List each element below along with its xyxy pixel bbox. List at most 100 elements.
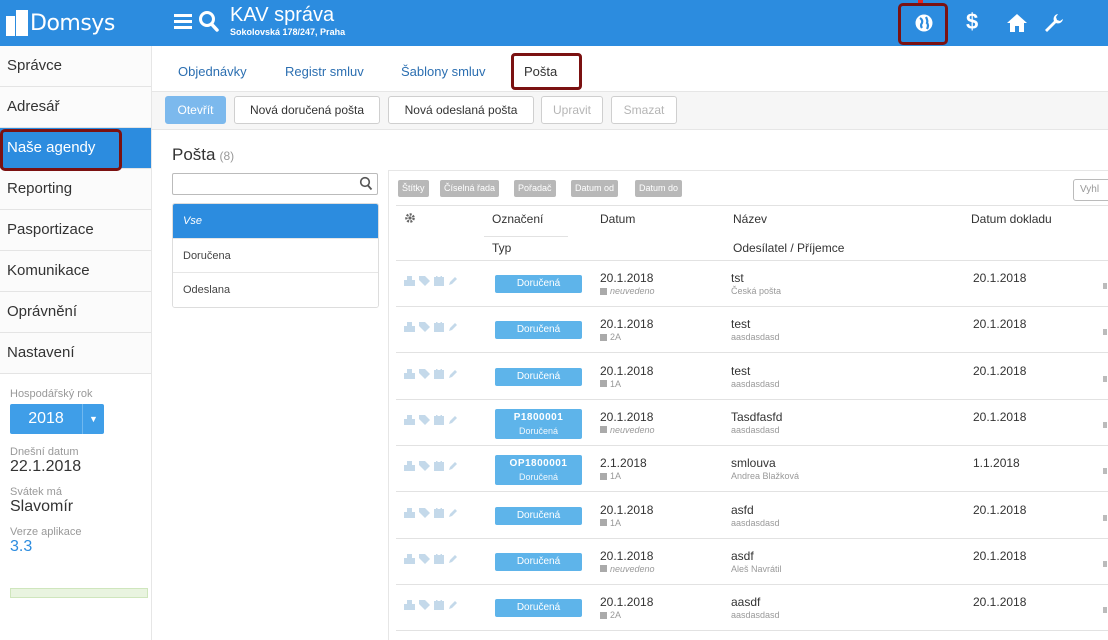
table-row[interactable]: Doručená 20.1.2018 neuvedeno tst Česká pošta… — [396, 261, 1108, 307]
chevron-down-icon[interactable]: ▼ — [82, 404, 104, 434]
search-icon[interactable] — [359, 176, 373, 192]
pencil-icon[interactable] — [448, 321, 458, 335]
table-row[interactable]: Doručená 20.1.2018 1A test aasdasdasd 20.1.20… — [396, 354, 1108, 400]
tag-icon[interactable] — [419, 275, 430, 289]
chip-ciselna-rada[interactable]: Číselná řada — [440, 180, 500, 197]
pencil-icon[interactable] — [448, 368, 458, 382]
fiscal-year-value[interactable]: 2018 — [10, 404, 82, 434]
mail-party: Andrea Blažková — [731, 471, 800, 482]
chip-datum-od[interactable]: Datum od — [571, 180, 619, 197]
new-received-mail-button[interactable]: Nová doručená pošta — [234, 96, 380, 124]
calendar-icon[interactable] — [434, 321, 444, 335]
building-icon[interactable] — [404, 553, 415, 567]
mail-folder-label: neuvedeno — [610, 286, 655, 296]
tag-icon[interactable] — [419, 368, 430, 382]
building-icon[interactable] — [404, 275, 415, 289]
table-row[interactable]: Doručená 20.1.2018 2A aasdf aasdasdasd 20.1.2… — [396, 585, 1108, 632]
mail-folder: 1A — [600, 379, 621, 389]
search-icon[interactable] — [198, 10, 220, 34]
gear-icon[interactable] — [404, 212, 416, 224]
mail-folder-label: 2A — [610, 610, 622, 621]
filter-sent[interactable]: Odeslana — [173, 273, 378, 307]
header-typ[interactable]: Typ — [492, 241, 511, 255]
mail-date: 2.1.2018 — [600, 456, 647, 471]
table-row[interactable]: Doručená 20.1.2018 neuvedeno asdf Aleš Navrá… — [396, 539, 1108, 585]
calendar-icon[interactable] — [434, 507, 444, 521]
building-icon[interactable] — [404, 507, 415, 521]
header-oznaceni[interactable]: Označení — [492, 212, 543, 226]
header-datum[interactable]: Datum — [600, 212, 635, 226]
grid-search-input[interactable]: Vyhl — [1073, 179, 1108, 201]
tag-icon[interactable] — [419, 599, 430, 613]
header-odesilatel[interactable]: Odesílatel / Příjemce — [733, 241, 844, 255]
tab-sablony-smluv[interactable]: Šablony smluv — [401, 64, 486, 79]
filter-search-input[interactable] — [172, 173, 378, 195]
table-row[interactable]: Doručená 20.1.2018 2A test aasdasdasd 20.1.20… — [396, 307, 1108, 354]
building-icon[interactable] — [404, 368, 415, 382]
mail-name: smlouva — [731, 456, 776, 471]
new-sent-mail-button[interactable]: Nová odeslaná pošta — [388, 96, 534, 124]
dollar-icon[interactable]: $ — [966, 9, 978, 35]
mail-name: Tasdfasfd — [731, 409, 783, 424]
tag-icon[interactable] — [419, 460, 430, 474]
sidebar-item-komunikace[interactable]: Komunikace — [0, 251, 151, 292]
sidebar-item-opravneni[interactable]: Oprávnění — [0, 292, 151, 333]
chip-stitky[interactable]: Štítky — [398, 180, 429, 197]
pencil-icon[interactable] — [448, 460, 458, 474]
fiscal-year-select[interactable]: 2018 ▼ — [10, 404, 141, 434]
header-datum-dokladu[interactable]: Datum dokladu — [971, 212, 1052, 226]
pencil-icon[interactable] — [448, 553, 458, 567]
pencil-icon[interactable] — [448, 275, 458, 289]
table-row[interactable]: P1800001 Doručená 20.1.2018 neuvedeno Tasdfa… — [396, 400, 1108, 446]
chip-datum-do[interactable]: Datum do — [635, 180, 683, 197]
calendar-icon[interactable] — [434, 275, 444, 289]
pencil-icon[interactable] — [448, 414, 458, 428]
sidebar-item-spravce[interactable]: Správce — [0, 46, 151, 87]
menu-icon[interactable] — [174, 14, 192, 30]
building-icon[interactable] — [404, 414, 415, 428]
tag-icon[interactable] — [419, 321, 430, 335]
tag-icon[interactable] — [419, 507, 430, 521]
mail-party: Česká pošta — [731, 286, 782, 296]
calendar-icon[interactable] — [434, 414, 444, 428]
home-icon[interactable] — [1006, 13, 1028, 33]
pencil-icon[interactable] — [448, 599, 458, 613]
mail-type: Doručená — [518, 425, 559, 436]
folder-icon — [600, 519, 607, 526]
open-button[interactable]: Otevřít — [165, 96, 226, 124]
tab-registr-smluv[interactable]: Registr smluv — [285, 64, 364, 79]
calendar-icon[interactable] — [434, 368, 444, 382]
sidebar: Správce Adresář Naše agendy Reporting Pa… — [0, 46, 152, 640]
calendar-icon[interactable] — [434, 553, 444, 567]
calendar-icon[interactable] — [434, 460, 444, 474]
sidebar-item-pasportizace[interactable]: Pasportizace — [0, 210, 151, 251]
brand-logo[interactable]: Domsys — [0, 0, 155, 46]
sidebar-item-nastaveni[interactable]: Nastavení — [0, 333, 151, 374]
tab-objednavky[interactable]: Objednávky — [178, 64, 247, 79]
cut-off-column — [1103, 468, 1107, 475]
chip-poradac[interactable]: Pořadač — [514, 180, 556, 197]
row-actions — [404, 599, 458, 613]
filter-received[interactable]: Doručena — [173, 239, 378, 273]
pencil-icon[interactable] — [448, 507, 458, 521]
globe-icon[interactable] — [914, 13, 934, 33]
tag-icon[interactable] — [419, 414, 430, 428]
edit-button[interactable]: Upravit — [541, 96, 603, 124]
toolbar: Otevřít Nová doručená pošta Nová odeslan… — [152, 92, 1108, 130]
mail-party: Aleš Navrátil — [731, 563, 782, 574]
mail-folder-label: 1A — [610, 517, 622, 528]
sidebar-item-reporting[interactable]: Reporting — [0, 169, 151, 210]
building-icon[interactable] — [404, 599, 415, 613]
header-nazev[interactable]: Název — [733, 212, 767, 226]
delete-button[interactable]: Smazat — [611, 96, 677, 124]
sidebar-item-adresar[interactable]: Adresář — [0, 87, 151, 128]
calendar-icon[interactable] — [434, 599, 444, 613]
filter-all[interactable]: Vse — [173, 204, 378, 239]
building-icon[interactable] — [404, 460, 415, 474]
wrench-icon[interactable] — [1044, 13, 1064, 33]
building-icon[interactable] — [404, 321, 415, 335]
table-row[interactable]: OP1800001 Doručená 2.1.2018 1A smlouva Andrea… — [396, 446, 1108, 493]
mail-name: asdf — [731, 548, 754, 563]
tag-icon[interactable] — [419, 553, 430, 567]
table-row[interactable]: Doručená 20.1.2018 1A asfd aasdasdasd 20.1.20… — [396, 493, 1108, 539]
